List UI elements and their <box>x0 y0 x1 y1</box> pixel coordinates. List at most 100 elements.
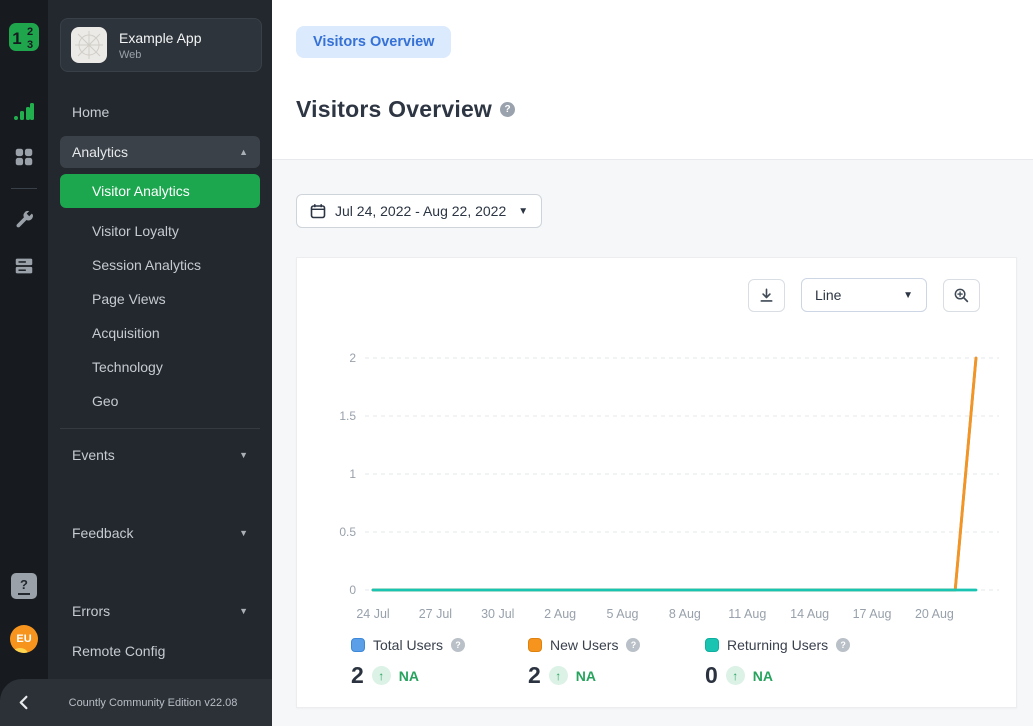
main-content: Visitors Overview Visitors Overview ? Ju… <box>272 0 1033 726</box>
avatar-initials: EU <box>16 633 31 645</box>
page-title: Visitors Overview <box>296 96 492 123</box>
legend-help-icon[interactable]: ? <box>626 638 640 652</box>
trend-up-icon: ↑ <box>372 666 391 685</box>
svg-text:2: 2 <box>349 351 356 365</box>
svg-text:0: 0 <box>349 583 356 597</box>
sidebar-item-technology[interactable]: Technology <box>48 350 272 384</box>
chevron-up-icon: ▲ <box>239 147 248 157</box>
errors-label: Errors <box>72 603 110 619</box>
chevron-left-icon <box>17 695 32 710</box>
feedback-label: Feedback <box>72 525 133 541</box>
legend-help-icon[interactable]: ? <box>451 638 465 652</box>
download-chart-button[interactable] <box>748 279 785 312</box>
analytics-barchart-icon[interactable] <box>12 99 36 123</box>
app-selector[interactable]: Example App Web <box>60 18 262 72</box>
chevron-down-icon: ▼ <box>239 450 248 460</box>
sidebar-item-events[interactable]: Events ▼ <box>60 439 260 471</box>
chevron-down-icon: ▼ <box>239 528 248 538</box>
legend-value: 2 <box>351 662 364 689</box>
chart-area: 0 0.5 1 1.5 2 24 Jul 27 Jul 30 Jul 2 Aug 5 Aug 8 A… <box>313 326 1000 631</box>
sidebar-item-geo[interactable]: Geo <box>48 384 272 418</box>
svg-text:20 Aug: 20 Aug <box>915 607 954 621</box>
legend-label: New Users <box>550 637 618 653</box>
sidebar-item-home[interactable]: Home <box>48 94 272 130</box>
date-range-picker[interactable]: Jul 24, 2022 - Aug 22, 2022 ▼ <box>296 194 542 228</box>
svg-text:17 Aug: 17 Aug <box>853 607 892 621</box>
legend-swatch <box>351 638 365 652</box>
page-header: Visitors Overview Visitors Overview ? <box>272 0 1033 160</box>
content-area: Jul 24, 2022 - Aug 22, 2022 ▼ Line ▼ <box>272 160 1033 726</box>
svg-text:5 Aug: 5 Aug <box>607 607 639 621</box>
legend-change: NA <box>399 668 419 684</box>
legend-value: 2 <box>528 662 541 689</box>
management-server-icon[interactable] <box>12 254 36 278</box>
chart-toolbar: Line ▼ <box>313 278 980 312</box>
sidebar: Example App Web Home Analytics ▲ Visitor… <box>48 0 272 726</box>
svg-text:8 Aug: 8 Aug <box>669 607 701 621</box>
svg-text:3: 3 <box>27 39 33 51</box>
legend-value: 0 <box>705 662 718 689</box>
zoom-chart-button[interactable] <box>943 279 980 312</box>
trend-up-icon: ↑ <box>726 666 745 685</box>
app-icon <box>71 27 107 63</box>
title-help-icon[interactable]: ? <box>500 102 515 117</box>
svg-text:14 Aug: 14 Aug <box>790 607 829 621</box>
legend-label: Returning Users <box>727 637 828 653</box>
chart-legend: Total Users ? 2 ↑ NA New Users ? <box>313 637 1000 689</box>
events-label: Events <box>72 447 115 463</box>
date-range-value: Jul 24, 2022 - Aug 22, 2022 <box>335 203 506 219</box>
visitors-chart-card: Line ▼ 0 0.5 1 1.5 2 24 Jul 27 Jul 30 Jul 2 Aug 5… <box>296 257 1017 708</box>
chart-type-value: Line <box>815 287 841 303</box>
svg-text:24 Jul: 24 Jul <box>356 607 389 621</box>
legend-label: Total Users <box>373 637 443 653</box>
chevron-down-icon: ▼ <box>518 206 528 217</box>
visitors-line-chart[interactable]: 0 0.5 1 1.5 2 24 Jul 27 Jul 30 Jul 2 Aug 5 Aug 8 A… <box>313 326 1002 626</box>
zoom-in-icon <box>953 287 970 304</box>
app-type: Web <box>119 49 202 61</box>
sidebar-item-analytics[interactable]: Analytics ▲ <box>60 136 260 168</box>
edition-version: Countly Community Edition v22.08 <box>48 697 272 709</box>
legend-item-returning-users[interactable]: Returning Users ? 0 ↑ NA <box>705 637 882 689</box>
dashboards-grid-icon[interactable] <box>12 145 36 169</box>
app-name: Example App <box>119 30 202 46</box>
svg-text:1: 1 <box>12 29 21 48</box>
left-navigation: 1 2 3 <box>0 0 272 726</box>
svg-text:1: 1 <box>349 467 356 481</box>
svg-text:11 Aug: 11 Aug <box>728 607 766 621</box>
legend-help-icon[interactable]: ? <box>836 638 850 652</box>
calendar-icon <box>310 203 326 219</box>
legend-item-new-users[interactable]: New Users ? 2 ↑ NA <box>528 637 705 689</box>
svg-text:1.5: 1.5 <box>339 409 356 423</box>
sidebar-footer: Countly Community Edition v22.08 <box>0 679 272 726</box>
chevron-down-icon: ▼ <box>903 290 913 301</box>
tab-visitors-overview[interactable]: Visitors Overview <box>296 26 451 58</box>
sidebar-item-errors[interactable]: Errors ▼ <box>60 595 260 627</box>
sidebar-item-page-views[interactable]: Page Views <box>48 282 272 316</box>
svg-text:27 Jul: 27 Jul <box>419 607 452 621</box>
sidebar-item-remote-config[interactable]: Remote Config <box>48 633 272 669</box>
help-docs-icon[interactable]: ? <box>11 573 37 599</box>
collapse-sidebar-button[interactable] <box>0 695 48 710</box>
legend-swatch <box>705 638 719 652</box>
legend-item-total-users[interactable]: Total Users ? 2 ↑ NA <box>351 637 528 689</box>
legend-change: NA <box>576 668 596 684</box>
svg-text:30 Jul: 30 Jul <box>481 607 514 621</box>
icon-rail: 1 2 3 <box>0 0 48 726</box>
utilities-wrench-icon[interactable] <box>12 208 36 232</box>
svg-text:0.5: 0.5 <box>339 525 356 539</box>
sidebar-item-acquisition[interactable]: Acquisition <box>48 316 272 350</box>
rail-divider <box>11 188 37 189</box>
svg-text:2 Aug: 2 Aug <box>544 607 576 621</box>
chart-type-select[interactable]: Line ▼ <box>801 278 927 312</box>
user-avatar[interactable]: EU <box>10 625 38 653</box>
countly-logo-icon[interactable]: 1 2 3 <box>7 20 41 54</box>
trend-up-icon: ↑ <box>549 666 568 685</box>
download-icon <box>758 287 775 304</box>
sidebar-item-visitor-analytics[interactable]: Visitor Analytics <box>60 174 260 208</box>
analytics-label: Analytics <box>72 144 128 160</box>
menu-divider <box>60 428 260 429</box>
sidebar-item-session-analytics[interactable]: Session Analytics <box>48 248 272 282</box>
sidebar-item-visitor-loyalty[interactable]: Visitor Loyalty <box>48 214 272 248</box>
chevron-down-icon: ▼ <box>239 606 248 616</box>
sidebar-item-feedback[interactable]: Feedback ▼ <box>60 517 260 549</box>
